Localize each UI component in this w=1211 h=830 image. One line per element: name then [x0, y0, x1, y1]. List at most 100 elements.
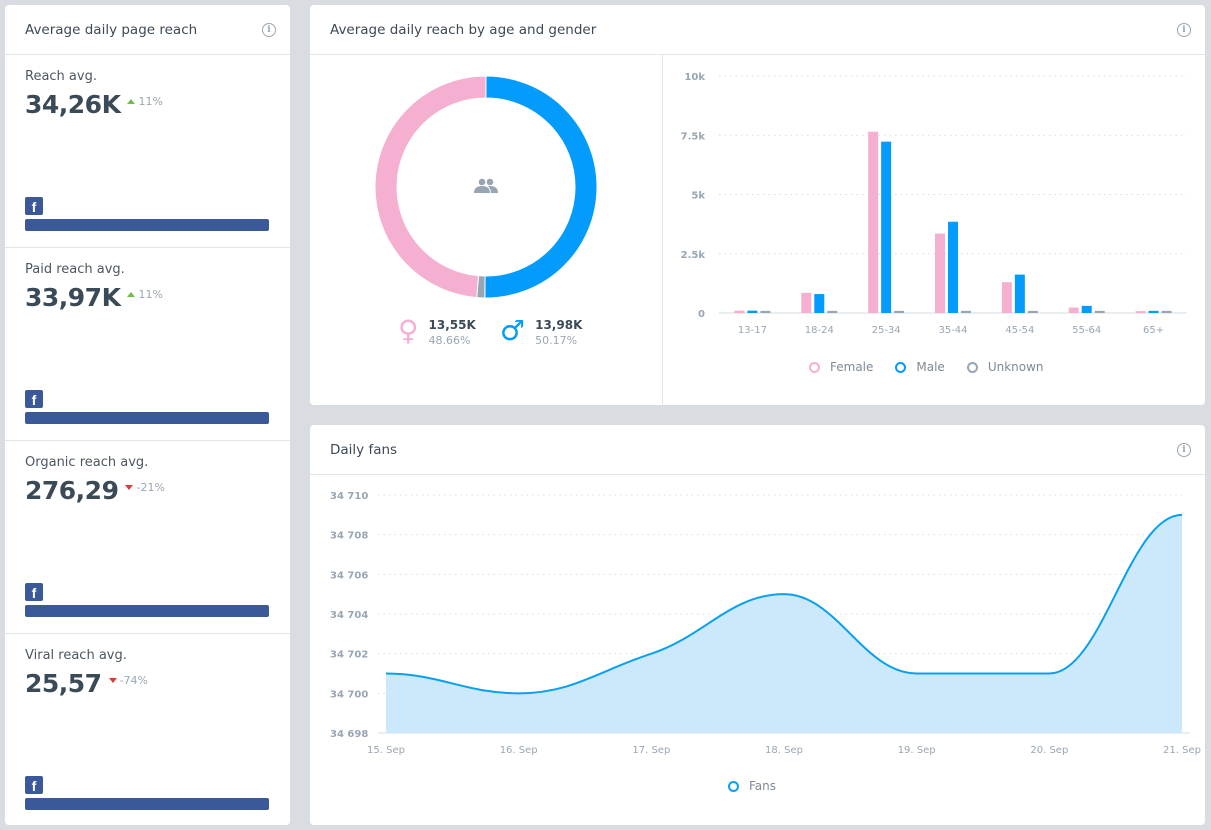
fans-chart-legend: Fans: [728, 779, 776, 793]
card-title: Average daily reach by age and gender: [330, 21, 597, 38]
metric-change: -21%: [125, 481, 165, 494]
bar-male-65+[interactable]: [1148, 310, 1159, 313]
metric-block: Reach avg. 34,26K 11% f: [5, 55, 290, 248]
info-icon[interactable]: i: [262, 22, 276, 37]
female-percent: 48.66%: [428, 334, 471, 347]
x-tick-label: 16. Sep: [500, 745, 538, 756]
metric-value: 33,97K: [25, 283, 121, 312]
trend-up-icon: [127, 292, 136, 297]
age-bar-chart-panel: 0 2.5k 5k 7.5k 10k 13-17 18-24 25-34 35-44 45-54 5…: [664, 55, 1205, 405]
daily-fans-card: Daily fans i 34 698 34 700 34 702 34 704 34 …: [310, 425, 1205, 825]
metric-block: Organic reach avg. 276,29 -21% f: [5, 441, 290, 634]
info-icon[interactable]: i: [1177, 442, 1191, 457]
bar-female-13-17[interactable]: [734, 310, 745, 313]
bar-unknown-13-17[interactable]: [760, 310, 771, 313]
legend-item-female[interactable]: Female: [809, 360, 873, 374]
x-tick-label: 19. Sep: [898, 745, 936, 756]
info-icon[interactable]: i: [1177, 22, 1191, 37]
bar-female-55-64[interactable]: [1068, 307, 1079, 313]
card-title: Daily fans: [330, 441, 398, 458]
card-title: Average daily page reach: [25, 21, 198, 38]
donut-slice-female[interactable]: [374, 75, 487, 299]
male-icon: ♂: [500, 314, 526, 347]
bar-male-35-44[interactable]: [948, 221, 958, 313]
x-tick-label: 25-34: [872, 325, 901, 336]
metric-change-value: 11%: [138, 95, 163, 108]
bar-female-18-24[interactable]: [801, 292, 812, 313]
x-tick-label: 18-24: [805, 325, 834, 336]
metric-label: Viral reach avg.: [25, 648, 127, 663]
donut-slice-male[interactable]: [484, 75, 598, 299]
y-tick-label: 5k: [691, 191, 705, 202]
y-tick-label: 34 702: [330, 650, 368, 661]
x-tick-label: 18. Sep: [765, 745, 803, 756]
legend-item-unknown[interactable]: Unknown: [966, 360, 1044, 374]
bar-male-18-24[interactable]: [814, 294, 825, 313]
facebook-icon: f: [25, 390, 43, 408]
x-tick-label: 35-44: [938, 325, 967, 336]
y-tick-label: 34 704: [330, 610, 368, 621]
bar-female-65+[interactable]: [1135, 311, 1146, 313]
x-tick-label: 45-54: [1005, 325, 1034, 336]
legend-label: Unknown: [987, 360, 1044, 374]
fans-area-fill: [386, 514, 1182, 733]
bar-female-25-34[interactable]: [868, 131, 879, 313]
metric-value: 276,29: [25, 476, 119, 505]
x-tick-label: 15. Sep: [367, 745, 405, 756]
female-value: 13,55K: [428, 318, 476, 332]
reach-by-age-gender-card: Average daily reach by age and gender i …: [310, 5, 1205, 405]
metric-change-value: -74%: [119, 674, 148, 687]
daily-fans-area-chart: 34 698 34 700 34 702 34 704 34 706 34 708 34 7…: [330, 491, 1201, 756]
legend-item-male[interactable]: Male: [895, 360, 945, 374]
facebook-share-bar: [25, 219, 269, 231]
bar-unknown-25-34[interactable]: [894, 310, 905, 313]
card-header: Average daily reach by age and gender i: [310, 5, 1205, 55]
bar-female-35-44[interactable]: [935, 233, 945, 313]
legend-dot-icon: [728, 780, 739, 792]
metric-value-row: 25,57 -74%: [25, 669, 148, 698]
male-value: 13,98K: [535, 318, 583, 332]
metric-label: Paid reach avg.: [25, 262, 125, 277]
metric-value-row: 276,29 -21%: [25, 476, 165, 505]
bar-unknown-18-24[interactable]: [827, 310, 838, 313]
x-tick-label: 13-17: [738, 325, 767, 336]
card-header: Daily fans i: [310, 425, 1205, 475]
y-tick-label: 34 710: [330, 491, 368, 502]
bar-unknown-45-54[interactable]: [1027, 310, 1038, 313]
y-tick-label: 34 700: [330, 689, 368, 700]
trend-up-icon: [127, 99, 136, 104]
facebook-share-bar: [25, 798, 269, 810]
bar-chart-legend: Female Male Unknown: [809, 360, 1044, 374]
bar-unknown-65+[interactable]: [1161, 310, 1172, 313]
x-tick-label: 21. Sep: [1163, 745, 1201, 756]
legend-label: Male: [916, 360, 945, 374]
male-percent: 50.17%: [535, 334, 578, 347]
metric-change-value: 11%: [138, 288, 163, 301]
trend-down-icon: [108, 678, 117, 683]
bar-unknown-55-64[interactable]: [1094, 310, 1105, 313]
metric-change: 11%: [127, 95, 163, 108]
facebook-icon: f: [25, 197, 43, 215]
card-header: Average daily page reach i: [5, 5, 290, 55]
bar-male-25-34[interactable]: [881, 141, 892, 313]
metric-value: 25,57: [25, 669, 102, 698]
gender-donut-panel: ♀ 13,55K 48.66% ♂ 13,98K 50.17%: [310, 55, 663, 405]
metric-change: -74%: [108, 674, 148, 687]
bar-female-45-54[interactable]: [1001, 282, 1012, 313]
bar-male-13-17[interactable]: [747, 310, 758, 313]
bar-unknown-35-44[interactable]: [961, 310, 971, 313]
bar-male-55-64[interactable]: [1081, 305, 1092, 313]
bar-male-45-54[interactable]: [1014, 274, 1025, 313]
y-tick-label: 7.5k: [681, 131, 706, 142]
legend-dot-icon: [809, 361, 820, 373]
facebook-share-bar: [25, 412, 269, 424]
legend-item-fans[interactable]: Fans: [728, 779, 776, 793]
metric-block: Paid reach avg. 33,97K 11% f: [5, 248, 290, 441]
x-tick-label: 65+: [1143, 325, 1164, 336]
x-tick-label: 55-64: [1072, 325, 1101, 336]
y-tick-label: 34 698: [330, 729, 368, 740]
y-tick-label: 34 706: [330, 570, 368, 581]
facebook-share-bar: [25, 605, 269, 617]
y-tick-label: 2.5k: [681, 250, 706, 261]
metric-value-row: 33,97K 11%: [25, 283, 163, 312]
